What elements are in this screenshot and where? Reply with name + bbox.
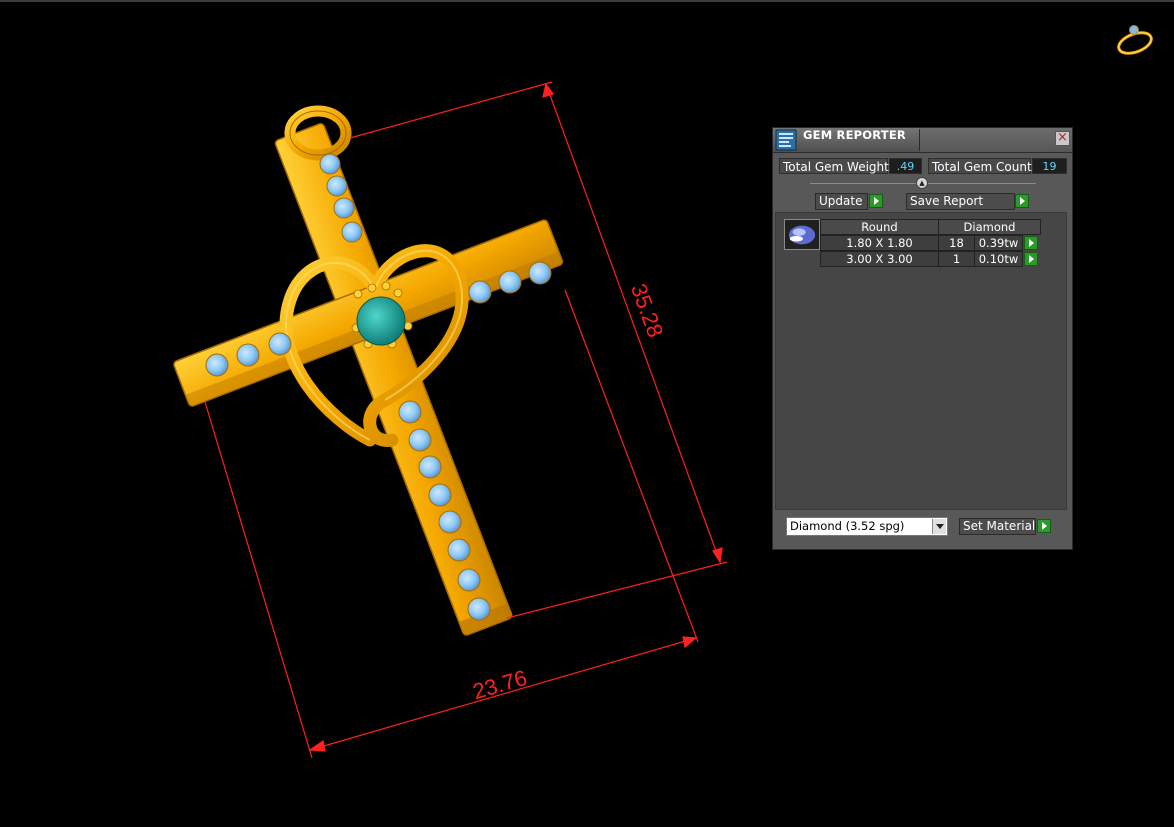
panel-titlebar[interactable]: GEM REPORTER × [773,128,1072,153]
gem-reporter-panel: GEM REPORTER × Total Gem Weight .49 Tota… [772,127,1073,550]
update-go-icon[interactable] [869,194,883,208]
shape-column-header: Round [820,219,939,235]
update-button[interactable]: Update [815,193,868,210]
material-column-header: Diamond [938,219,1041,235]
total-gem-weight-value: .49 [889,158,922,174]
gem-count-cell: 18 [938,235,975,251]
chevron-down-icon[interactable] [932,519,946,534]
row-select-icon[interactable] [1024,236,1038,250]
round-diamond-icon[interactable] [784,219,820,250]
report-icon [775,129,797,151]
row-select-icon[interactable] [1024,252,1038,266]
material-dropdown[interactable]: Diamond (3.52 spg) [786,517,948,536]
close-button[interactable]: × [1055,131,1070,146]
total-gem-count-value: 19 [1032,158,1067,174]
gem-weight-cell: 0.39tw [974,235,1023,251]
dimension-annotations [204,81,728,759]
material-dropdown-value: Diamond (3.52 spg) [790,519,905,533]
gem-count-cell: 1 [938,251,975,267]
gem-table-area: Round Diamond 1.80 X 1.80 18 0.39tw 3.00… [775,212,1067,510]
gem-size-cell: 1.80 X 1.80 [820,235,939,251]
save-report-button[interactable]: Save Report [906,193,1015,210]
center-stone[interactable] [356,296,406,346]
width-dimension-label: 23.76 [470,665,530,704]
gem-size-cell: 3.00 X 3.00 [820,251,939,267]
ring-icon[interactable] [1114,22,1156,56]
total-gem-weight-label: Total Gem Weight [779,158,889,174]
window-top-border [0,0,1174,2]
title-spacer [920,128,1072,152]
gem-weight-cell: 0.10tw [974,251,1023,267]
panel-title: GEM REPORTER [803,128,906,142]
collapse-toggle[interactable]: ▲ [916,177,928,189]
height-dimension-label: 35.28 [626,280,668,340]
set-material-button[interactable]: Set Material [959,518,1036,535]
save-report-go-icon[interactable] [1015,194,1029,208]
total-gem-count-label: Total Gem Count [928,158,1032,174]
pendant-model[interactable] [112,60,675,698]
set-material-go-icon[interactable] [1037,519,1051,533]
